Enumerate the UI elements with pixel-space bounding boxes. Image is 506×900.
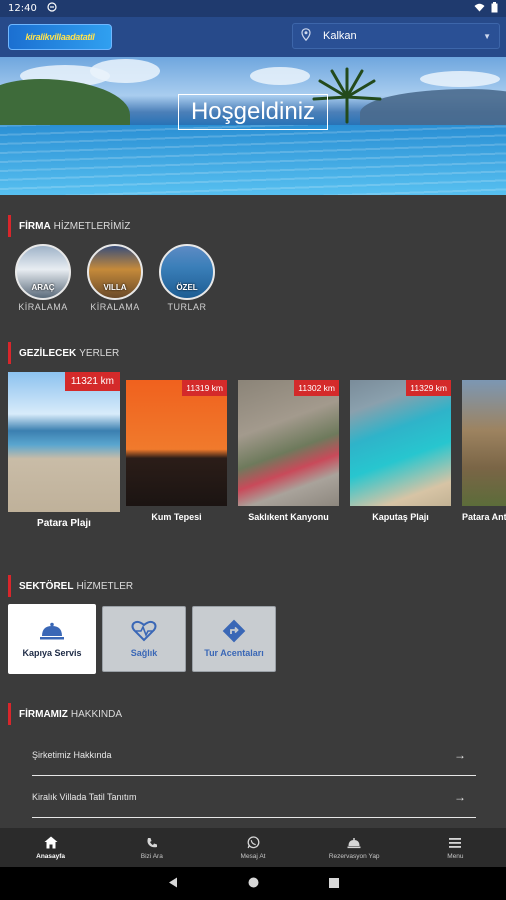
about-title-bold: FİRMAMIZ xyxy=(19,708,68,720)
welcome-title: Hoşgeldiniz xyxy=(178,94,328,130)
battery-icon xyxy=(491,1,498,16)
service-sub: KİRALAMA xyxy=(90,302,140,312)
services-list: ARAÇ KİRALAMA VILLA KİRALAMA ÖZEL TURLAR xyxy=(14,244,216,312)
arrow-right-icon: → xyxy=(454,789,466,804)
place-name: Patara Antik xyxy=(462,512,506,522)
place-card[interactable]: 11329 km Kaputaş Plajı xyxy=(350,380,451,522)
logo-text: kiralikvillaadatatil xyxy=(25,32,95,42)
whatsapp-icon xyxy=(247,836,260,850)
about-item-label: Şirketimiz Hakkında xyxy=(32,749,112,760)
nav-reservation[interactable]: Rezervasyon Yap xyxy=(304,828,405,867)
place-name: Patara Plajı xyxy=(37,518,91,529)
nav-message[interactable]: Mesaj At xyxy=(202,828,303,867)
chevron-down-icon: ▼ xyxy=(483,31,491,41)
about-section-title: FİRMAMIZ HAKKINDA xyxy=(8,703,122,725)
service-private-tours[interactable]: ÖZEL TURLAR xyxy=(158,244,216,312)
places-title-bold: GEZİLECEK xyxy=(19,347,77,359)
nav-label: Anasayfa xyxy=(36,852,66,860)
sector-services: Kapıya Servis Sağlık Tur Acentaları xyxy=(8,604,276,674)
about-company-item[interactable]: Şirketimiz Hakkında → xyxy=(32,734,476,776)
service-name: ÖZEL xyxy=(176,283,198,292)
place-name: Saklıkent Kanyonu xyxy=(248,512,329,522)
location-label: Kalkan xyxy=(323,30,357,42)
back-icon[interactable] xyxy=(168,875,178,893)
about-villa-intro-item[interactable]: Kiralık Villada Tatil Tanıtım → xyxy=(32,776,476,818)
sectors-title-bold: SEKTÖREL xyxy=(19,580,74,592)
sector-door-service[interactable]: Kapıya Servis xyxy=(8,604,96,674)
phone-icon xyxy=(146,836,158,850)
sector-label: Tur Acentaları xyxy=(204,648,264,658)
status-bar: 12:40 xyxy=(0,0,506,17)
service-villa-rental[interactable]: VILLA KİRALAMA xyxy=(86,244,144,312)
services-title-rest: HİZMETLERİMİZ xyxy=(53,220,131,232)
about-item-label: Kiralık Villada Tatil Tanıtım xyxy=(32,791,137,802)
sector-health[interactable]: Sağlık xyxy=(102,606,186,672)
place-card[interactable]: 11302 km Saklıkent Kanyonu xyxy=(238,380,339,522)
sector-tour-agencies[interactable]: Tur Acentaları xyxy=(192,606,276,672)
service-name: ARAÇ xyxy=(31,283,55,292)
nav-call[interactable]: Bizi Ara xyxy=(101,828,202,867)
place-name: Kum Tepesi xyxy=(151,512,202,522)
service-image: ÖZEL xyxy=(159,244,215,300)
place-image: 11329 km xyxy=(350,380,451,506)
hero-banner: Hoşgeldiniz xyxy=(0,57,506,195)
bottom-navigation: Anasayfa Bizi Ara Mesaj At Rezervasyon Y… xyxy=(0,828,506,867)
service-sub: KİRALAMA xyxy=(18,302,68,312)
nav-menu[interactable]: Menu xyxy=(405,828,506,867)
sector-label: Sağlık xyxy=(130,648,158,658)
distance-badge: 11319 km xyxy=(182,380,227,396)
nav-label: Bizi Ara xyxy=(140,852,163,860)
location-selector[interactable]: Kalkan ▼ xyxy=(292,23,500,49)
service-name: VILLA xyxy=(103,283,127,292)
services-title-bold: FİRMA xyxy=(19,220,51,232)
places-section-title: GEZİLECEK YERLER xyxy=(8,342,119,364)
menu-icon xyxy=(449,836,462,850)
places-title-rest: YERLER xyxy=(79,347,120,359)
arrow-right-icon: → xyxy=(454,747,466,762)
nav-label: Rezervasyon Yap xyxy=(328,852,380,860)
service-image: ARAÇ xyxy=(15,244,71,300)
distance-badge: 11302 km xyxy=(294,380,339,396)
bell-icon xyxy=(39,620,65,642)
service-image: VILLA xyxy=(87,244,143,300)
wifi-icon xyxy=(474,3,485,15)
location-pin-icon xyxy=(301,28,319,44)
sync-icon xyxy=(47,2,57,15)
home-icon xyxy=(44,836,58,850)
places-carousel[interactable]: 11321 km Patara Plajı 11319 km Kum Tepes… xyxy=(8,372,506,542)
heart-pulse-icon xyxy=(131,620,157,642)
app-bar: kiralikvillaadatatil Kalkan ▼ xyxy=(0,17,506,57)
distance-badge: 11321 km xyxy=(64,372,120,391)
place-card[interactable]: 11319 km Kum Tepesi xyxy=(126,380,227,522)
recents-icon[interactable] xyxy=(328,875,339,893)
place-image: 11321 km xyxy=(8,372,120,512)
about-list: Şirketimiz Hakkında → Kiralık Villada Ta… xyxy=(32,734,476,818)
place-image xyxy=(462,380,506,506)
service-car-rental[interactable]: ARAÇ KİRALAMA xyxy=(14,244,72,312)
about-title-rest: HAKKINDA xyxy=(70,708,123,720)
nav-label: Menu xyxy=(447,852,464,860)
sectors-section-title: SEKTÖREL HİZMETLER xyxy=(8,575,133,597)
sector-label: Kapıya Servis xyxy=(22,648,82,658)
place-image: 11302 km xyxy=(238,380,339,506)
brand-logo[interactable]: kiralikvillaadatatil xyxy=(8,24,112,50)
place-image: 11319 km xyxy=(126,380,227,506)
home-circle-icon[interactable] xyxy=(248,875,259,893)
distance-badge: 11329 km xyxy=(406,380,451,396)
bell-icon xyxy=(347,836,361,850)
place-name: Kaputaş Plajı xyxy=(372,512,429,522)
status-time: 12:40 xyxy=(8,3,37,14)
place-card[interactable]: Patara Antik xyxy=(462,380,506,522)
services-section-title: FİRMA HİZMETLERİMİZ xyxy=(8,215,130,237)
system-navigation xyxy=(0,867,506,900)
nav-home[interactable]: Anasayfa xyxy=(0,828,101,867)
directions-icon xyxy=(221,619,247,643)
service-sub: TURLAR xyxy=(167,302,207,312)
sectors-title-rest: HİZMETLER xyxy=(76,580,134,592)
place-card[interactable]: 11321 km Patara Plajı xyxy=(8,372,120,529)
nav-label: Mesaj At xyxy=(240,852,266,860)
